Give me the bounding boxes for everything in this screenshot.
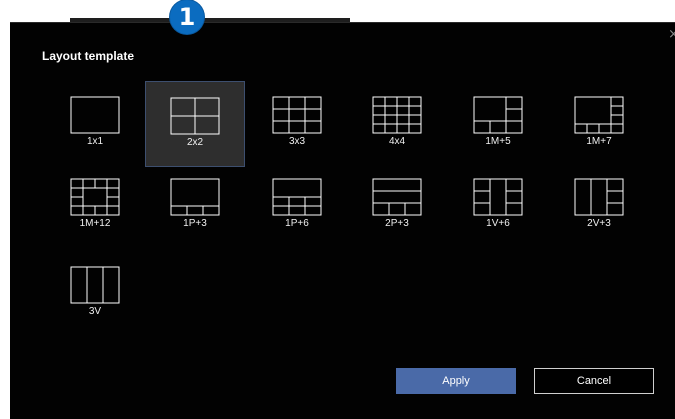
layout-4x4-icon <box>372 96 422 134</box>
layout-option-2vp3[interactable]: 2V+3 <box>549 163 649 249</box>
layout-option-1mp12[interactable]: 1M+12 <box>45 163 145 249</box>
layout-option-1pp3[interactable]: 1P+3 <box>145 163 245 249</box>
layout-option-4x4[interactable]: 4x4 <box>347 81 447 167</box>
layout-1m7-icon <box>574 96 624 134</box>
step-badge: 1 <box>170 0 204 34</box>
layout-option-label: 1M+7 <box>586 136 612 147</box>
layout-template-dialog: Layout template × 1x1 2x2 3x3 4x4 1M+5 1M+7 1M… <box>10 22 675 419</box>
apply-button[interactable]: Apply <box>396 368 516 394</box>
layout-option-label: 3V <box>88 306 102 317</box>
layout-option-label: 1M+5 <box>485 136 511 147</box>
layout-option-1pp6[interactable]: 1P+6 <box>247 163 347 249</box>
layout-option-label: 2V+3 <box>587 218 611 229</box>
layout-3x3-icon <box>272 96 322 134</box>
layout-option-label: 2x2 <box>186 137 204 148</box>
layout-option-2x2[interactable]: 2x2 <box>145 81 245 167</box>
layout-1p3-icon <box>170 178 220 216</box>
layout-option-1x1[interactable]: 1x1 <box>45 81 145 167</box>
layout-3v-icon <box>70 266 120 304</box>
layout-option-3x3[interactable]: 3x3 <box>247 81 347 167</box>
layout-option-label: 1P+6 <box>285 218 309 229</box>
layout-1v6-icon <box>473 178 523 216</box>
layout-option-label: 1x1 <box>86 136 104 147</box>
layout-option-label: 1V+6 <box>486 218 510 229</box>
layout-1m5-icon <box>473 96 523 134</box>
layout-option-1mp7[interactable]: 1M+7 <box>549 81 649 167</box>
layout-option-label: 3x3 <box>288 136 306 147</box>
layout-option-3v[interactable]: 3V <box>45 251 145 337</box>
screen: 1 Layout template × 1x1 2x2 3x3 4x4 1M+5 1M+7… <box>0 0 675 419</box>
layout-1x1-icon <box>70 96 120 134</box>
layout-option-label: 2P+3 <box>385 218 409 229</box>
cancel-button[interactable]: Cancel <box>534 368 654 394</box>
layout-2v3-icon <box>574 178 624 216</box>
layout-option-1mp5[interactable]: 1M+5 <box>448 81 548 167</box>
layout-2x2-icon <box>170 97 220 135</box>
close-icon[interactable]: × <box>668 27 675 42</box>
layout-option-label: 4x4 <box>388 136 406 147</box>
layout-1m12-icon <box>70 178 120 216</box>
layout-option-label: 1P+3 <box>183 218 207 229</box>
layout-option-1vp6[interactable]: 1V+6 <box>448 163 548 249</box>
dialog-title: Layout template <box>42 49 135 63</box>
layout-option-label: 1M+12 <box>79 218 111 229</box>
layout-1p6-icon <box>272 178 322 216</box>
layout-option-2pp3[interactable]: 2P+3 <box>347 163 447 249</box>
layout-2p3-icon <box>372 178 422 216</box>
